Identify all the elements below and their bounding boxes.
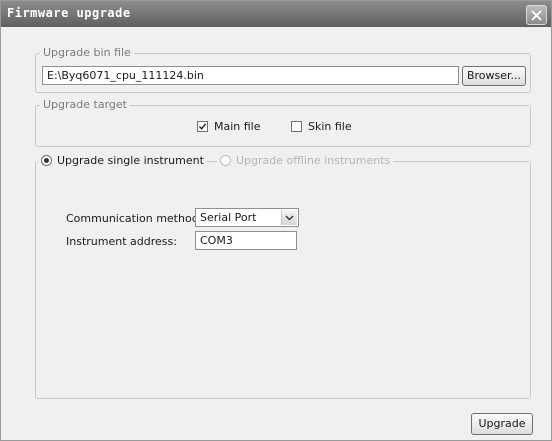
main-file-checkbox-box[interactable] (197, 121, 208, 132)
main-file-checkbox[interactable]: Main file (197, 120, 261, 133)
single-instrument-radio[interactable]: Upgrade single instrument (38, 154, 207, 167)
offline-instruments-radio[interactable]: Upgrade offline instruments (217, 154, 394, 167)
browse-button[interactable]: Browser... (462, 66, 526, 86)
skin-file-checkbox[interactable]: Skin file (291, 120, 352, 133)
instrument-address-label: Instrument address: (66, 235, 177, 248)
comm-method-label: Communication method: (66, 212, 203, 225)
window-title: Firmware upgrade (7, 6, 131, 20)
skin-file-checkbox-box[interactable] (291, 121, 302, 132)
instrument-address-field[interactable]: COM3 (195, 231, 297, 250)
close-button[interactable] (526, 5, 547, 25)
skin-file-label: Skin file (308, 120, 352, 133)
comm-method-value: Serial Port (200, 211, 257, 224)
upgrade-button[interactable]: Upgrade (471, 413, 533, 435)
single-instrument-radio-dot[interactable] (41, 155, 52, 166)
offline-instruments-radio-dot[interactable] (220, 155, 231, 166)
instrument-group (35, 161, 531, 399)
upgrade-target-group: Upgrade target (35, 98, 531, 147)
bin-file-legend: Upgrade bin file (40, 46, 134, 60)
upgrade-target-legend: Upgrade target (40, 98, 130, 112)
comm-method-select[interactable]: Serial Port (195, 208, 299, 227)
close-icon (531, 10, 542, 20)
main-file-label: Main file (214, 120, 261, 133)
firmware-upgrade-dialog: Firmware upgrade Upgrade bin file E:\Byq… (0, 0, 552, 441)
bin-path-field[interactable]: E:\Byq6071_cpu_111124.bin (42, 66, 459, 85)
title-bar[interactable]: Firmware upgrade (1, 1, 551, 27)
single-instrument-label: Upgrade single instrument (57, 154, 204, 167)
offline-instruments-label: Upgrade offline instruments (236, 154, 391, 167)
checkmark-icon (198, 123, 207, 130)
chevron-down-icon[interactable] (281, 210, 297, 225)
